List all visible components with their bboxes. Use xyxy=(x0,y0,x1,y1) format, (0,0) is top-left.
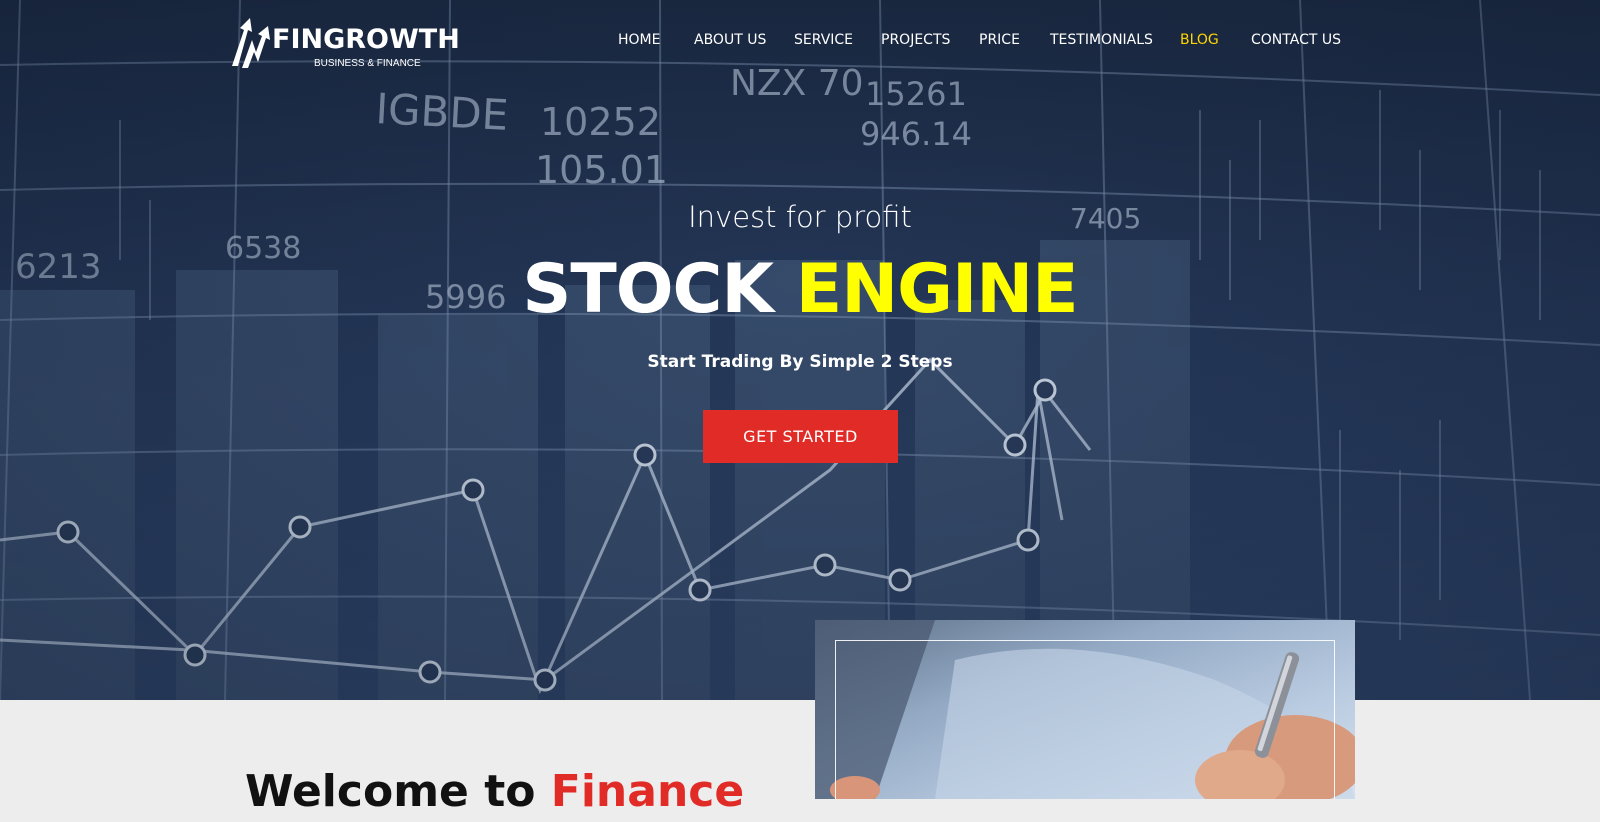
hero-section: IGBDE 10252 105.01 NZX 70 15261 946.14 6… xyxy=(0,0,1600,700)
hero-title-white: STOCK xyxy=(522,250,774,329)
nav-item-projects[interactable]: PROJECTS xyxy=(881,28,950,52)
welcome-heading: Welcome to Finance xyxy=(245,762,744,822)
hero-title: STOCK ENGINE xyxy=(0,248,1600,332)
image-frame xyxy=(835,640,1335,799)
welcome-heading-dark: Welcome to xyxy=(245,766,536,817)
nav-item-home[interactable]: HOME xyxy=(618,28,660,52)
hero-tagline: Start Trading By Simple 2 Steps xyxy=(647,352,953,372)
brand-name: FINGROWTH xyxy=(272,24,460,55)
nav-item-service[interactable]: SERVICE xyxy=(794,28,853,52)
welcome-heading-red: Finance xyxy=(550,766,745,817)
hero-subtitle: Invest for profit xyxy=(688,200,912,234)
logo-mark-icon xyxy=(232,18,270,68)
brand-logo[interactable]: FINGROWTH BUSINESS & FINANCE xyxy=(230,16,470,72)
hero-title-yellow: ENGINE xyxy=(795,250,1079,329)
nav-item-testimonials[interactable]: TESTIMONIALS xyxy=(1050,28,1153,52)
nav-item-price[interactable]: PRICE xyxy=(979,28,1020,52)
about-image xyxy=(815,620,1355,799)
nav-item-about-us[interactable]: ABOUT US xyxy=(694,28,766,52)
nav-item-contact-us[interactable]: CONTACT US xyxy=(1251,28,1341,52)
nav-item-blog[interactable]: BLOG xyxy=(1180,28,1219,52)
brand-tagline: BUSINESS & FINANCE xyxy=(314,58,421,69)
get-started-button[interactable]: GET STARTED xyxy=(703,410,898,463)
